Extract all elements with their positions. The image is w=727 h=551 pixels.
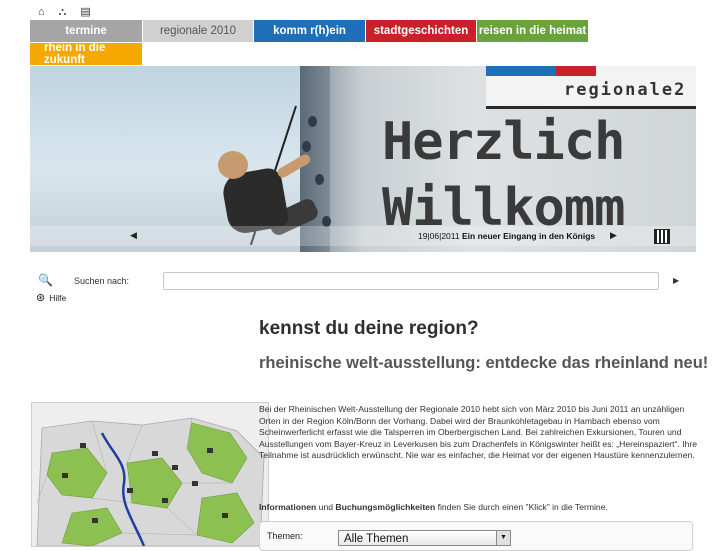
hero-slideshow[interactable]: regionale2 Herzlich Willkomm ◀ 19|06|201… [30,66,696,252]
help-label: Hilfe [49,292,67,303]
help-link[interactable]: ⊛ Hilfe [36,291,66,304]
regionale-banner: regionale2 [486,66,696,109]
nav-tab-stadtgeschichten[interactable]: stadtgeschichten [366,20,476,42]
sitemap-icon[interactable]: ⛬ [59,5,67,19]
chevron-down-icon[interactable]: ▼ [496,531,510,545]
page-title: kennst du deine region? [259,318,479,339]
search-input[interactable] [163,272,659,290]
themes-select[interactable]: Alle Themen ▼ [338,530,511,546]
nav-tab-termine[interactable]: termine [30,20,142,42]
climber-head [218,151,248,179]
info-line: Informationen und Buchungsmöglichkeiten … [259,502,608,512]
search-submit-icon[interactable]: ▶ [673,276,679,285]
banner-stripe-red [556,66,596,76]
filter-label: Themen: [267,531,303,541]
slide-caption[interactable]: 19|06|2011 Ein neuer Eingang in den Köni… [418,231,595,241]
info-bold-informationen: Informationen [259,502,317,512]
region-map[interactable] [31,402,269,547]
banner-brand-text: regionale2 [564,80,687,100]
climbing-hold [308,116,317,127]
info-bold-buchung: Buchungsmöglichkeiten [335,502,436,512]
page-subtitle: rheinische welt-ausstellung: entdecke da… [259,354,709,372]
climbing-hold [302,141,311,152]
home-icon[interactable]: ⌂ [38,5,45,19]
intro-paragraph: Bei der Rheinischen Welt-Ausstellung der… [259,404,698,460]
top-utility-icons: ⌂ ⛬ ▤ [38,5,91,19]
nav-tab-rhein-in-die-zukunft[interactable]: rhein in die zukunft [30,42,142,66]
nav-tab-komm-rhein[interactable]: komm r(h)ein [254,20,365,42]
slide-overview-icon[interactable] [654,229,670,244]
nav-tab-reisen-in-die-heimat[interactable]: reisen in die heimat [477,20,588,42]
info-rest: finden Sie durch einen "Klick" in die Te… [435,502,608,512]
print-icon[interactable]: ▤ [80,5,90,19]
help-icon: ⊛ [36,292,46,304]
banner-stripe-blue [486,66,556,76]
nav-tab-regionale-2010[interactable]: regionale 2010 [143,20,253,42]
previous-slide-icon[interactable]: ◀ [130,230,137,241]
slide-title: Ein neuer Eingang in den Königs [461,231,596,241]
slide-date: 19|06|2011 [418,231,460,241]
search-icon: 🔍 [38,273,53,287]
search-label: Suchen nach: [74,276,130,286]
climbing-hold [315,174,324,185]
wall-text-line1: Herzlich [382,112,625,172]
region-map-graphic [32,403,268,546]
next-slide-icon[interactable]: ▶ [610,230,617,241]
info-mid: und [316,502,336,512]
themes-select-value: Alle Themen [344,533,409,545]
